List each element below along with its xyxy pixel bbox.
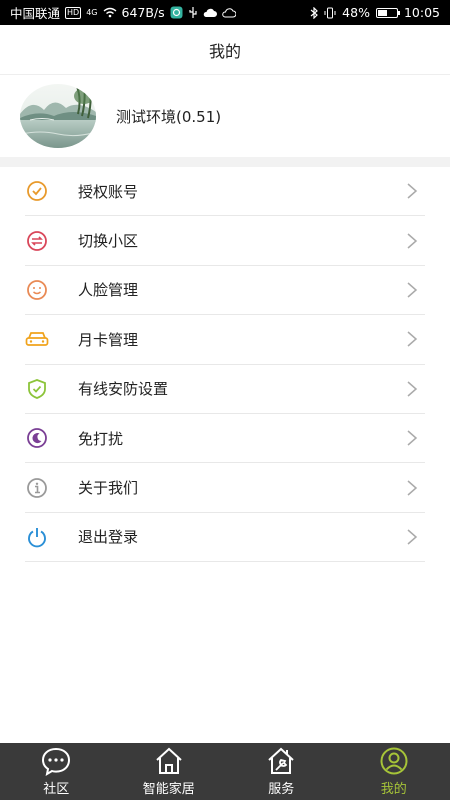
menu-item-label: 关于我们: [78, 479, 139, 498]
shield-check-icon: [25, 377, 49, 401]
avatar[interactable]: [20, 84, 96, 148]
chevron-right-icon: [407, 479, 418, 496]
menu-item-monthly-card[interactable]: 月卡管理: [25, 315, 425, 365]
info-circle-icon: [25, 476, 49, 500]
chevron-right-icon: [407, 529, 418, 545]
menu-item-label: 授权账号: [78, 182, 139, 201]
cloud-icon: [203, 8, 217, 17]
section-divider: [0, 157, 450, 167]
tools-icon: [268, 747, 294, 774]
power-icon: [25, 525, 49, 549]
menu-item-face-management[interactable]: 人脸管理: [25, 266, 425, 316]
menu-item-switch-community[interactable]: 切换小区: [25, 216, 425, 266]
tab-label: 我的: [380, 782, 407, 797]
bluetooth-icon: [310, 6, 319, 19]
title-bar: 我的: [0, 25, 450, 75]
chevron-right-icon: [407, 430, 418, 446]
carrier-label: 中国联通: [10, 6, 61, 21]
tab-community[interactable]: 社区: [0, 743, 113, 800]
vibrate-icon: [324, 7, 336, 18]
tab-services[interactable]: 服务: [225, 743, 338, 800]
swap-circle-icon: [25, 229, 49, 253]
battery-icon: [375, 7, 400, 18]
page-title: 我的: [208, 41, 241, 61]
smile-face-icon: [25, 278, 49, 302]
chat-bubble-icon: [42, 747, 71, 776]
status-bar: 中国联通 HD 4G 647B/s 48% 10:05: [0, 0, 450, 25]
user-circle-icon: [380, 747, 408, 775]
wifi-icon: [103, 7, 116, 18]
menu-item-label: 人脸管理: [78, 281, 139, 300]
chevron-right-icon: [407, 183, 418, 199]
moon-icon: [25, 426, 49, 450]
battery-level: [377, 9, 387, 16]
tab-smart-home[interactable]: 智能家居: [113, 743, 226, 800]
car-icon: [25, 327, 49, 351]
chevron-right-icon: [407, 233, 418, 249]
battery-percent: 48%: [342, 5, 370, 20]
house-icon: [156, 747, 182, 774]
tab-mine[interactable]: 我的: [338, 743, 450, 800]
menu-item-label: 月卡管理: [78, 330, 139, 349]
profile-header[interactable]: 测试环境(0.51): [0, 75, 450, 157]
menu-item-wired-security[interactable]: 有线安防设置: [25, 365, 425, 414]
menu-item-label: 切换小区: [78, 232, 139, 251]
menu-item-label: 免打扰: [78, 429, 124, 448]
chevron-right-icon: [407, 331, 418, 347]
network-type: 4G: [86, 8, 98, 17]
usb-icon: [189, 7, 197, 18]
avatar-landscape-image: [20, 84, 96, 148]
net-speed: 647B/s: [121, 5, 165, 20]
menu-item-logout[interactable]: 退出登录: [25, 513, 425, 563]
settings-menu: 授权账号 切换小区 人脸管理 月卡管理 有线安防设置 免打扰 关于我们 退出登录: [25, 167, 425, 563]
clock: 10:05: [403, 5, 440, 20]
bottom-tab-bar: 社区 智能家居 服务 我的: [0, 743, 450, 800]
app-notification-icon: [170, 6, 183, 19]
menu-item-label: 有线安防设置: [78, 380, 169, 399]
menu-item-about-us[interactable]: 关于我们: [25, 463, 425, 513]
menu-item-do-not-disturb[interactable]: 免打扰: [25, 414, 425, 464]
tab-label: 智能家居: [142, 782, 195, 797]
chevron-right-icon: [407, 381, 418, 397]
tab-label: 社区: [43, 782, 70, 797]
menu-item-label: 退出登录: [78, 528, 139, 547]
chevron-right-icon: [407, 282, 418, 298]
cloud-outline-icon: [221, 7, 236, 17]
profile-name: 测试环境(0.51): [116, 107, 222, 126]
menu-item-authorized-accounts[interactable]: 授权账号: [25, 167, 425, 217]
check-circle-icon: [25, 179, 49, 203]
hd-badge: HD: [65, 6, 82, 19]
tab-label: 服务: [268, 782, 295, 797]
